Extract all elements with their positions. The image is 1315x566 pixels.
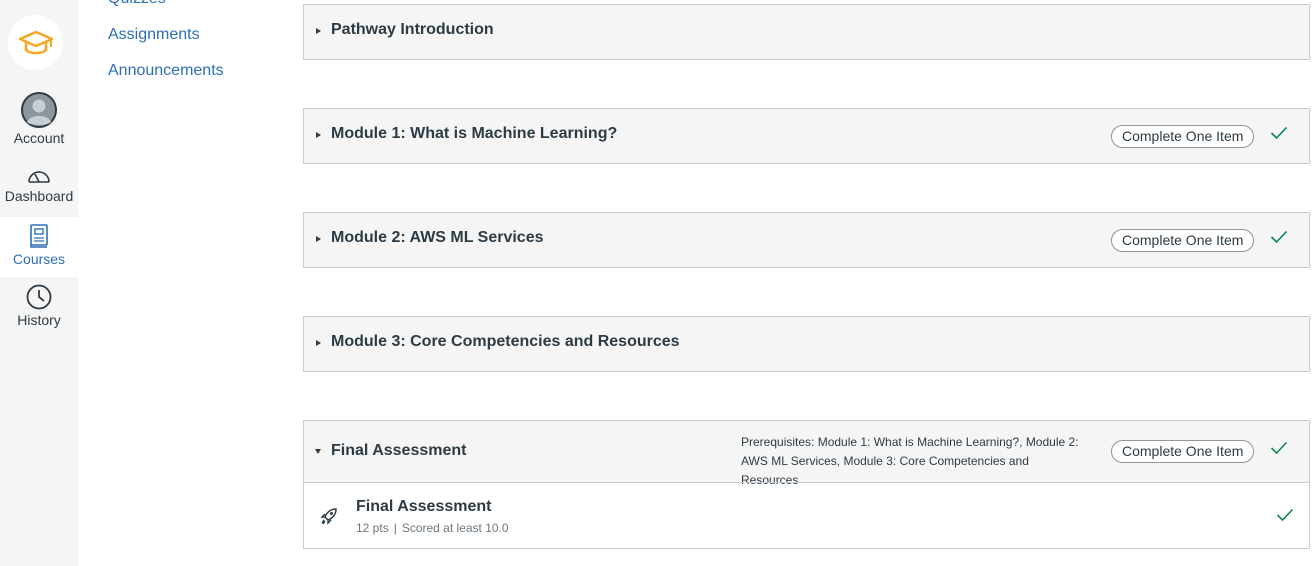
- module-title: Module 3: Core Competencies and Resource…: [331, 333, 680, 350]
- module-item-title-link[interactable]: Final Assessment: [356, 498, 491, 516]
- module-1: Module 1: What is Machine Learning? Comp…: [303, 108, 1310, 164]
- completed-check-icon: [1276, 508, 1294, 522]
- global-nav: Account Dashboard Courses History: [0, 0, 78, 566]
- quiz-rocket-icon: [320, 508, 337, 525]
- module-header[interactable]: Pathway Introduction: [304, 5, 1309, 59]
- nav-courses[interactable]: Courses: [0, 217, 78, 277]
- module-title: Module 1: What is Machine Learning?: [331, 125, 618, 142]
- history-clock-icon: [26, 284, 52, 310]
- module-final-assessment: Final Assessment Prerequisites: Module 1…: [303, 420, 1310, 549]
- canvas-logo[interactable]: [8, 15, 63, 70]
- module-pathway-introduction: Pathway Introduction: [303, 4, 1310, 60]
- course-nav-assignments[interactable]: Assignments: [108, 26, 200, 44]
- completed-check-icon: [1270, 230, 1288, 244]
- graduation-cap-icon: [18, 30, 53, 54]
- collapse-caret-icon[interactable]: [315, 449, 321, 454]
- item-requirement: Scored at least 10.0: [401, 521, 509, 535]
- expand-caret-icon[interactable]: [316, 132, 321, 138]
- expand-caret-icon[interactable]: [316, 28, 321, 34]
- item-points: 12 pts: [356, 521, 389, 535]
- nav-history-label: History: [17, 312, 61, 328]
- dashboard-speedometer-icon: [28, 171, 50, 183]
- requirement-pill: Complete One Item: [1111, 229, 1255, 252]
- courses-book-icon: [30, 224, 48, 248]
- nav-history[interactable]: History: [0, 284, 78, 332]
- nav-courses-label: Courses: [12, 251, 66, 267]
- nav-account-label: Account: [13, 130, 65, 146]
- nav-account[interactable]: Account: [0, 92, 78, 150]
- requirement-pill: Complete One Item: [1111, 440, 1255, 463]
- module-title: Pathway Introduction: [331, 21, 494, 38]
- meta-separator: |: [393, 521, 397, 535]
- module-header[interactable]: Module 2: AWS ML Services Complete One I…: [304, 213, 1309, 267]
- module-item-row[interactable]: Final Assessment 12 pts | Scored at least …: [304, 482, 1309, 548]
- requirement-pill: Complete One Item: [1111, 125, 1255, 148]
- module-item-meta: 12 pts | Scored at least 10.0: [356, 521, 509, 535]
- expand-caret-icon[interactable]: [316, 236, 321, 242]
- nav-dashboard-label: Dashboard: [4, 188, 74, 204]
- completed-check-icon: [1270, 126, 1288, 140]
- module-header[interactable]: Module 3: Core Competencies and Resource…: [304, 317, 1309, 371]
- nav-dashboard[interactable]: Dashboard: [0, 166, 78, 216]
- course-nav-announcements[interactable]: Announcements: [108, 62, 224, 80]
- module-header[interactable]: Module 1: What is Machine Learning? Comp…: [304, 109, 1309, 163]
- module-title: Module 2: AWS ML Services: [331, 229, 544, 246]
- module-3: Module 3: Core Competencies and Resource…: [303, 316, 1310, 372]
- account-avatar-icon: [21, 92, 57, 128]
- expand-caret-icon[interactable]: [316, 340, 321, 346]
- completed-check-icon: [1270, 441, 1288, 455]
- module-title: Final Assessment: [331, 442, 467, 459]
- course-nav-quizzes[interactable]: Quizzes: [108, 0, 166, 8]
- module-header[interactable]: Final Assessment Prerequisites: Module 1…: [304, 421, 1309, 487]
- module-2: Module 2: AWS ML Services Complete One I…: [303, 212, 1310, 268]
